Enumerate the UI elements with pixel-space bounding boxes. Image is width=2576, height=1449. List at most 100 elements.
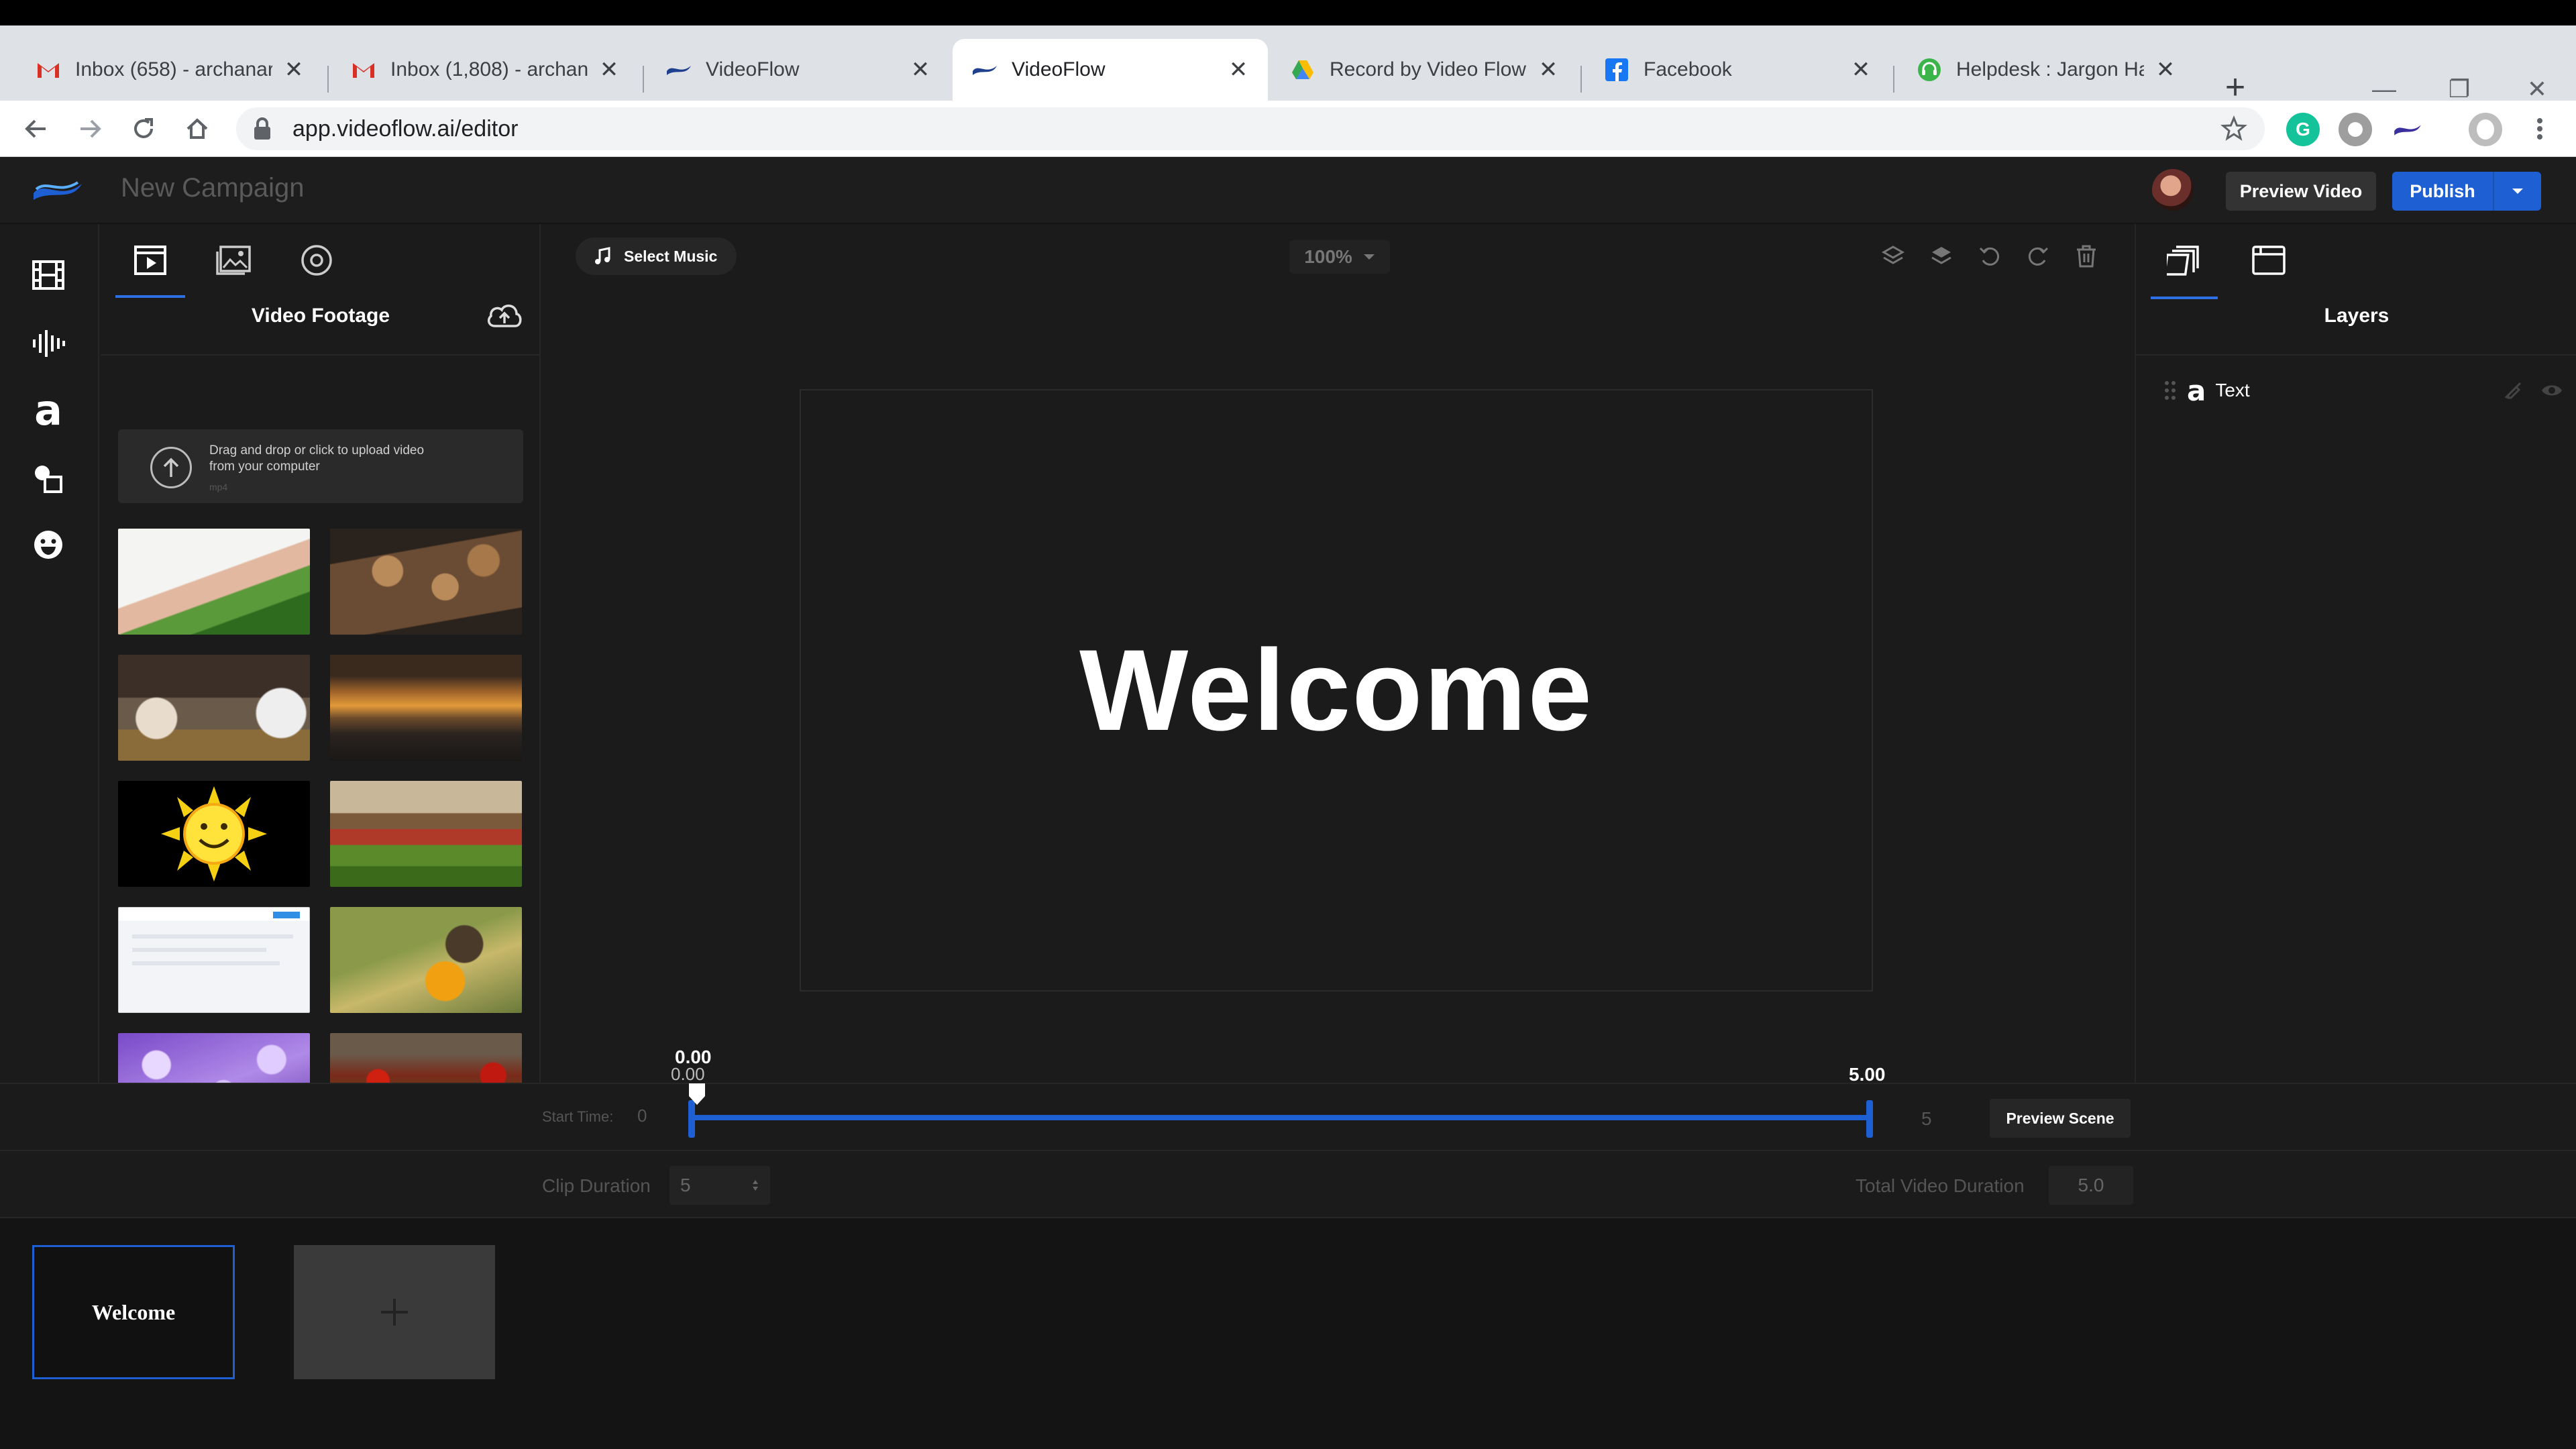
address-bar[interactable]: app.videoflow.ai/editor xyxy=(236,107,2265,150)
videoflow-app: New Campaign Preview Video Publish a Vid… xyxy=(0,157,2576,1449)
close-icon[interactable]: ✕ xyxy=(2152,56,2179,83)
browser-tabstrip: Inbox (658) - archanara ✕ Inbox (1,808) … xyxy=(0,25,2576,107)
home-icon[interactable] xyxy=(177,109,217,149)
menu-dots-icon[interactable] xyxy=(2520,109,2560,149)
emoji-icon[interactable] xyxy=(27,523,70,566)
drag-handle-icon[interactable] xyxy=(2163,379,2178,402)
tab-videoflow-1[interactable]: VideoFlow ✕ xyxy=(647,39,950,101)
layer-item-text[interactable]: a Text xyxy=(2163,370,2565,411)
tab-background-icon[interactable] xyxy=(2243,235,2294,286)
videoflow-icon xyxy=(665,56,692,83)
layers-panel: Layers a Text xyxy=(2135,224,2576,1083)
tab-title: Helpdesk : Jargon Han xyxy=(1956,58,2144,80)
preview-scene-button[interactable]: Preview Scene xyxy=(1990,1099,2131,1138)
videoflow-icon xyxy=(971,56,998,83)
chevron-down-icon[interactable] xyxy=(2493,172,2541,211)
upload-dropzone[interactable]: Drag and drop or click to upload video f… xyxy=(118,429,523,503)
audio-waveform-icon[interactable] xyxy=(27,322,70,365)
back-icon[interactable] xyxy=(16,109,56,149)
add-scene-button[interactable] xyxy=(294,1245,495,1379)
select-music-button[interactable]: Select Music xyxy=(576,237,737,275)
close-icon[interactable]: ✕ xyxy=(1225,56,1252,83)
scene-canvas[interactable]: Welcome xyxy=(800,389,1873,991)
send-backward-icon[interactable] xyxy=(1877,240,1909,272)
tab-gmail-1[interactable]: Inbox (658) - archanara ✕ xyxy=(16,39,323,101)
lock-toggle-icon[interactable] xyxy=(2500,377,2526,404)
tab-music-disc-icon[interactable] xyxy=(291,235,342,286)
bookmark-star-icon[interactable] xyxy=(2219,114,2249,144)
tab-title: Record by Video Flow xyxy=(1330,58,1526,80)
close-icon[interactable]: ✕ xyxy=(596,56,623,83)
thumbnail-market[interactable] xyxy=(330,781,522,887)
scene-timeline: Start Time: 0 0.00 0.00 5.00 5 Preview S… xyxy=(0,1046,2576,1150)
upload-instructions: Drag and drop or click to upload video f… xyxy=(209,443,425,474)
tab-title: VideoFlow xyxy=(1012,58,1106,80)
tab-gmail-2[interactable]: Inbox (1,808) - archana ✕ xyxy=(331,39,639,101)
total-duration-value: 5.0 xyxy=(2049,1166,2133,1205)
thumbnail-vegetables[interactable] xyxy=(118,529,310,635)
divider xyxy=(2136,354,2576,356)
stepper-icon[interactable] xyxy=(751,1178,759,1193)
cloud-upload-icon[interactable] xyxy=(486,301,523,331)
clip-duration-value: 5 xyxy=(680,1175,691,1195)
tab-video-footage-icon[interactable] xyxy=(115,235,185,298)
close-icon[interactable]: ✕ xyxy=(280,56,307,83)
app-header: New Campaign Preview Video Publish xyxy=(0,157,2576,224)
thumbnail-sun[interactable] xyxy=(118,781,310,887)
zoom-select[interactable]: 100% xyxy=(1289,240,1390,274)
tab-record[interactable]: Record by Video Flow ✕ xyxy=(1271,39,1578,101)
close-icon[interactable]: ✕ xyxy=(1535,56,1562,83)
tab-separator xyxy=(327,66,329,93)
extension-record-icon[interactable] xyxy=(2339,113,2372,146)
undo-icon[interactable] xyxy=(1974,240,2006,272)
tab-helpdesk[interactable]: Helpdesk : Jargon Han ✕ xyxy=(1897,39,2195,101)
forward-icon[interactable] xyxy=(70,109,110,149)
close-icon[interactable]: ✕ xyxy=(907,56,934,83)
panel-title: Video Footage xyxy=(251,305,390,327)
url-text: app.videoflow.ai/editor xyxy=(292,115,519,142)
tab-title: VideoFlow xyxy=(706,58,800,80)
upload-format-hint: mp4 xyxy=(209,482,228,492)
tab-images-icon[interactable] xyxy=(208,235,259,286)
publish-button[interactable]: Publish xyxy=(2392,172,2541,211)
thumbnail-sunset[interactable] xyxy=(330,655,522,761)
clip-duration-input[interactable]: 5 xyxy=(669,1166,770,1205)
select-music-label: Select Music xyxy=(624,247,718,265)
plus-icon xyxy=(381,1299,408,1326)
tool-rail: a xyxy=(0,224,99,1083)
footage-grid xyxy=(118,519,527,1096)
canvas-headline-text[interactable]: Welcome xyxy=(1079,624,1593,757)
thumbnail-butterfly[interactable] xyxy=(330,907,522,1013)
text-tool-icon[interactable]: a xyxy=(27,389,70,432)
preview-video-button[interactable]: Preview Video xyxy=(2226,172,2376,211)
campaign-name[interactable]: New Campaign xyxy=(121,173,304,203)
scene-thumbnail[interactable]: Welcome xyxy=(32,1245,235,1379)
layer-name: Text xyxy=(2215,380,2250,400)
reload-icon[interactable] xyxy=(123,109,164,149)
thumbnail-screen[interactable] xyxy=(118,907,310,1013)
bring-forward-icon[interactable] xyxy=(1925,240,1957,272)
videoflow-extension-icon[interactable] xyxy=(2391,113,2424,146)
videoflow-logo-icon[interactable] xyxy=(31,176,85,207)
facebook-icon xyxy=(1603,56,1630,83)
trim-end-handle[interactable] xyxy=(1866,1100,1873,1138)
timeline-track[interactable] xyxy=(692,1115,1869,1120)
user-avatar[interactable] xyxy=(2152,169,2194,211)
grammarly-icon[interactable]: G xyxy=(2286,113,2320,146)
tab-layers-icon[interactable] xyxy=(2151,235,2218,299)
film-icon[interactable] xyxy=(27,254,70,297)
close-icon[interactable]: ✕ xyxy=(1847,56,1874,83)
shapes-icon[interactable] xyxy=(27,458,70,500)
thumbnail-kitchen[interactable] xyxy=(118,655,310,761)
visibility-eye-icon[interactable] xyxy=(2538,377,2565,404)
playhead-handle[interactable] xyxy=(687,1081,707,1107)
redo-icon[interactable] xyxy=(2022,240,2054,272)
text-layer-icon: a xyxy=(2187,374,2206,407)
trash-icon[interactable] xyxy=(2070,240,2102,272)
tab-facebook[interactable]: Facebook ✕ xyxy=(1585,39,1890,101)
tab-videoflow-active[interactable]: VideoFlow ✕ xyxy=(953,39,1268,101)
thumbnail-cookies[interactable] xyxy=(330,529,522,635)
scene-strip: Welcome xyxy=(0,1217,2576,1449)
profile-avatar-icon[interactable] xyxy=(2469,113,2502,146)
total-duration-label: Total Video Duration xyxy=(1856,1175,2025,1196)
